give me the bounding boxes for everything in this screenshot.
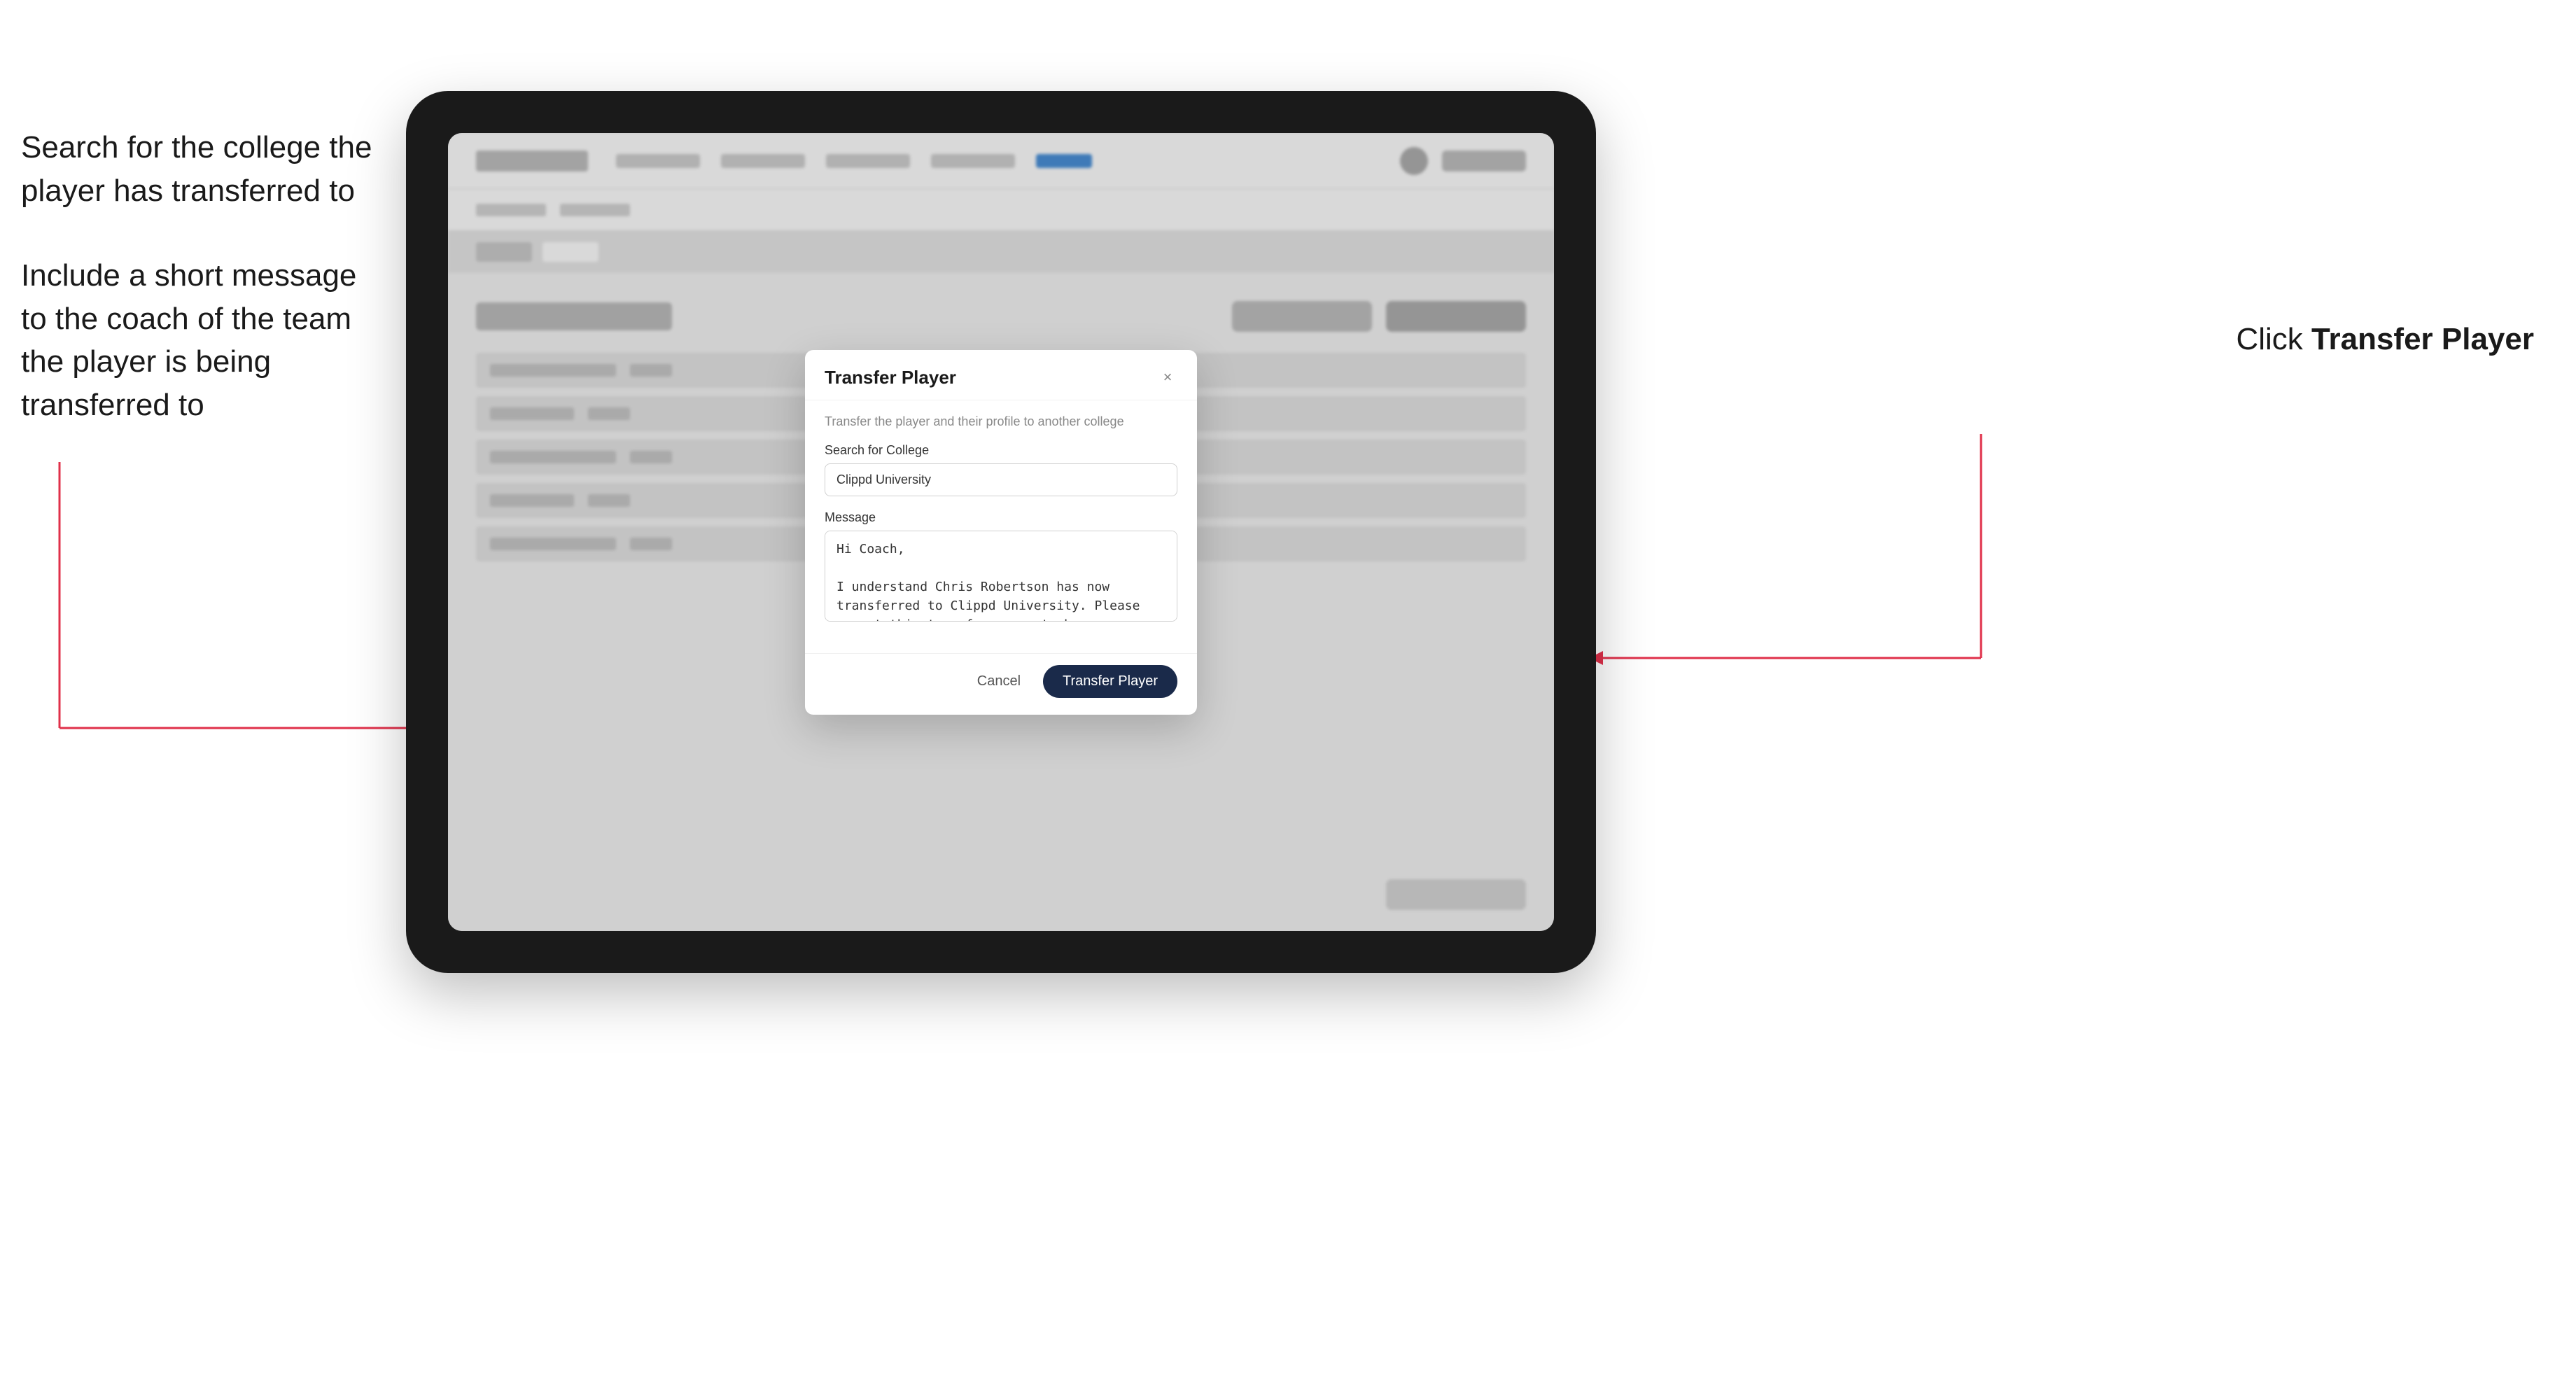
ipad-device: Transfer Player × Transfer the player an… [406,91,1596,973]
annotation-left: Search for the college the player has tr… [21,126,385,469]
message-textarea[interactable]: Hi Coach, I understand Chris Robertson h… [825,531,1177,622]
ipad-screen: Transfer Player × Transfer the player an… [448,133,1554,931]
annotation-message-text: Include a short message to the coach of … [21,254,385,426]
annotation-right: Click Transfer Player [2236,322,2534,357]
search-college-input[interactable] [825,463,1177,496]
annotation-right-text: Click Transfer Player [2236,322,2534,356]
dialog-body: Transfer the player and their profile to… [805,400,1197,653]
message-group: Message Hi Coach, I understand Chris Rob… [825,510,1177,625]
modal-overlay: Transfer Player × Transfer the player an… [448,133,1554,931]
dialog-close-button[interactable]: × [1158,368,1177,387]
transfer-dialog: Transfer Player × Transfer the player an… [805,350,1197,715]
search-college-group: Search for College [825,443,1177,496]
cancel-button[interactable]: Cancel [966,666,1032,696]
dialog-footer: Cancel Transfer Player [805,653,1197,715]
transfer-player-button[interactable]: Transfer Player [1043,665,1177,698]
search-college-label: Search for College [825,443,1177,458]
annotation-search-text: Search for the college the player has tr… [21,126,385,212]
dialog-header: Transfer Player × [805,350,1197,400]
dialog-subtitle: Transfer the player and their profile to… [825,414,1177,429]
message-label: Message [825,510,1177,525]
dialog-title: Transfer Player [825,367,956,388]
